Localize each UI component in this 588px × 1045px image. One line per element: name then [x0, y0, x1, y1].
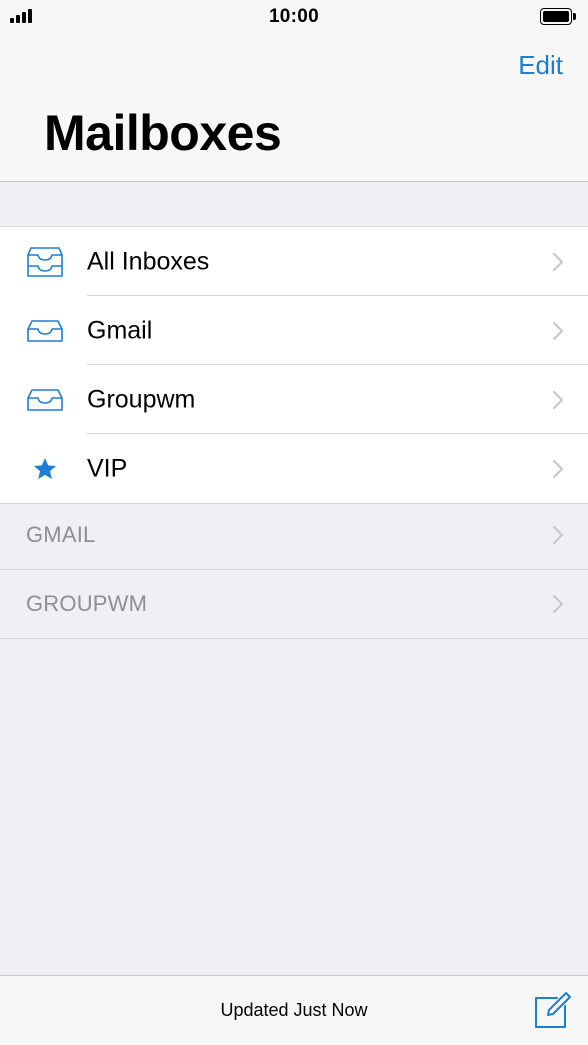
mailbox-row-vip[interactable]: VIP	[0, 434, 588, 503]
mailbox-label: All Inboxes	[87, 247, 210, 275]
mailbox-row-all-inboxes[interactable]: All Inboxes	[0, 227, 588, 296]
mailbox-label: Gmail	[87, 316, 153, 344]
edit-button[interactable]: Edit	[518, 50, 563, 81]
status-time: 10:00	[268, 6, 320, 27]
battery-icon	[540, 8, 576, 25]
mailbox-label: VIP	[87, 454, 128, 482]
mailbox-row-groupwm[interactable]: Groupwm	[0, 365, 588, 434]
bottom-toolbar: Updated Just Now	[0, 975, 588, 1045]
status-bar: 10:00	[0, 0, 588, 34]
star-icon	[26, 452, 64, 486]
chevron-right-icon	[552, 390, 564, 409]
chevron-right-icon	[552, 321, 564, 340]
navigation-header: 10:00 Edit Mailboxes	[0, 0, 588, 182]
mailbox-label: Groupwm	[87, 385, 196, 413]
account-label: GMAIL	[26, 522, 96, 547]
inbox-tray-icon	[26, 383, 64, 417]
chevron-right-icon	[552, 594, 564, 614]
account-list: GMAIL GROUPWM	[0, 501, 588, 639]
mailbox-row-gmail[interactable]: Gmail	[0, 296, 588, 365]
account-row-gmail[interactable]: GMAIL	[0, 501, 588, 570]
account-label: GROUPWM	[26, 591, 148, 616]
chevron-right-icon	[552, 459, 564, 478]
update-status: Updated Just Now	[220, 1000, 368, 1020]
chevron-right-icon	[552, 252, 564, 271]
page-title: Mailboxes	[44, 105, 282, 161]
account-row-groupwm[interactable]: GROUPWM	[0, 570, 588, 639]
mailbox-list: All Inboxes Gmail Groupwm VIP	[0, 226, 588, 504]
compose-icon	[535, 992, 571, 1028]
all-inboxes-icon	[26, 245, 64, 279]
chevron-right-icon	[552, 525, 564, 545]
inbox-tray-icon	[26, 314, 64, 348]
compose-button[interactable]	[532, 990, 572, 1030]
mailboxes-screen: 10:00 Edit Mailboxes All Inboxes Gmail G…	[0, 0, 588, 1045]
